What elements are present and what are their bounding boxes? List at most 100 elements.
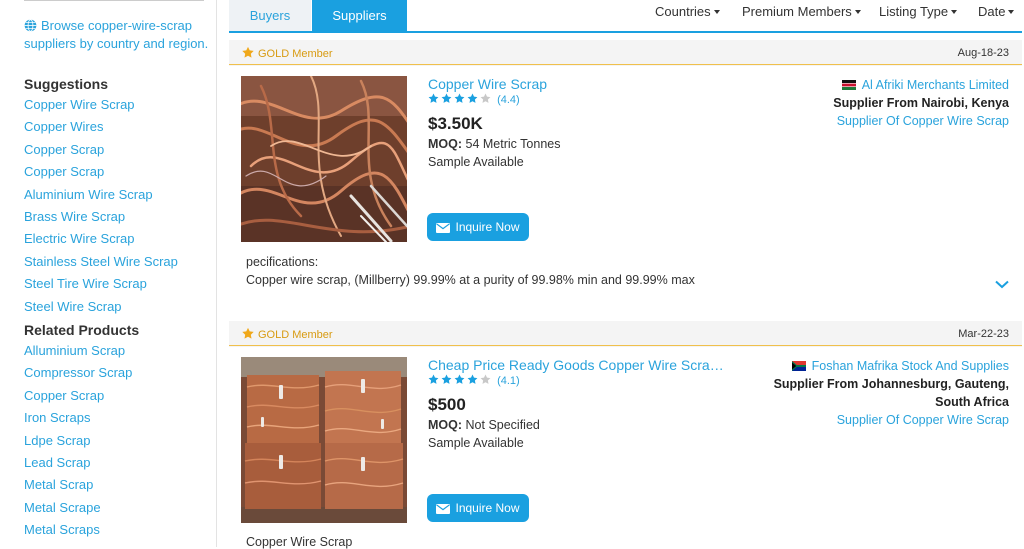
rating: (4.1): [428, 374, 520, 387]
product-title-link[interactable]: Cheap Price Ready Goods Copper Wire Scra…: [428, 357, 728, 373]
tab-suppliers[interactable]: Suppliers: [312, 0, 407, 31]
supplier-name-link[interactable]: Foshan Mafrika Stock And Supplies: [739, 357, 1009, 375]
supplier-name-link[interactable]: Al Afriki Merchants Limited: [739, 76, 1009, 94]
suggestion-link[interactable]: Copper Wire Scrap: [24, 94, 178, 116]
sample-availability: Sample Available: [428, 155, 524, 169]
gold-member-badge: GOLD Member: [241, 327, 333, 341]
copper-wire-image: [241, 76, 407, 242]
suggestion-link[interactable]: Steel Tire Wire Scrap: [24, 273, 178, 295]
caret-down-icon: [713, 10, 720, 14]
listing-type-filter-label: Listing Type: [879, 4, 949, 19]
related-product-link[interactable]: Metal Scraps: [24, 519, 132, 541]
rating-value: (4.1): [497, 375, 520, 387]
moq: MOQ: Not Specified: [428, 418, 540, 432]
suggestion-link[interactable]: Brass Wire Scrap: [24, 206, 178, 228]
globe-icon: [24, 19, 37, 32]
sidebar: Browse copper-wire-scrap suppliers by co…: [0, 0, 217, 547]
suggestion-link[interactable]: Electric Wire Scrap: [24, 228, 178, 250]
rating-stars-icon: [428, 93, 491, 103]
browse-suppliers-link[interactable]: Browse copper-wire-scrap suppliers by co…: [24, 17, 209, 53]
kenya-flag-icon: [841, 80, 856, 90]
moq: MOQ: 54 Metric Tonnes: [428, 137, 560, 151]
supplier-of-link[interactable]: Supplier Of Copper Wire Scrap: [739, 411, 1009, 429]
envelope-icon: [436, 223, 451, 233]
caret-down-icon: [854, 10, 861, 14]
moq-value: 54 Metric Tonnes: [465, 137, 561, 151]
tab-buyers[interactable]: Buyers: [229, 0, 311, 31]
rating-value: (4.4): [497, 94, 520, 106]
supplier-name: Al Afriki Merchants Limited: [861, 78, 1009, 92]
suggestions-list: Copper Wire Scrap Copper Wires Copper Sc…: [24, 94, 178, 318]
divider: [24, 0, 204, 1]
chevron-down-icon[interactable]: [995, 280, 1009, 289]
related-product-link[interactable]: Alluminium Scrap: [24, 340, 132, 362]
supplier-info: Al Afriki Merchants Limited Supplier Fro…: [739, 76, 1009, 130]
supplier-location: Supplier From Nairobi, Kenya: [833, 96, 1009, 110]
related-products-list: Alluminium Scrap Compressor Scrap Copper…: [24, 340, 132, 542]
listing-header: GOLD Member Mar-22-23: [229, 321, 1022, 346]
listing-card: GOLD Member Mar-22-23 Cheap Price Ready …: [229, 321, 1022, 549]
premium-members-filter[interactable]: Premium Members: [742, 4, 861, 19]
related-products-heading: Related Products: [24, 322, 140, 338]
listing-body: Cheap Price Ready Goods Copper Wire Scra…: [229, 347, 1022, 549]
related-product-link[interactable]: Metal Scrap: [24, 474, 132, 496]
sample-availability: Sample Available: [428, 436, 524, 450]
copper-wire-bales-image: [241, 357, 407, 523]
inquire-now-label: Inquire Now: [455, 501, 520, 515]
listing-date: Mar-22-23: [958, 328, 1009, 340]
related-product-link[interactable]: Ldpe Scrap: [24, 430, 132, 452]
suggestion-link[interactable]: Copper Scrap: [24, 161, 178, 183]
moq-value: Not Specified: [465, 418, 540, 432]
inquire-now-label: Inquire Now: [455, 220, 520, 234]
date-filter[interactable]: Date: [978, 4, 1015, 19]
suggestion-link[interactable]: Copper Scrap: [24, 139, 178, 161]
listing-body: Copper Wire Scrap (4.4) $3.50K MOQ: 54 M…: [229, 66, 1022, 305]
moq-label: MOQ:: [428, 137, 463, 151]
suggestion-link[interactable]: Steel Wire Scrap: [24, 296, 178, 318]
suggestion-link[interactable]: Copper Wires: [24, 116, 178, 138]
related-product-link[interactable]: Metal Scrape: [24, 497, 132, 519]
supplier-of-link[interactable]: Supplier Of Copper Wire Scrap: [739, 112, 1009, 130]
date-filter-label: Date: [978, 4, 1006, 19]
suggestions-heading: Suggestions: [24, 76, 109, 92]
gold-member-text: GOLD Member: [258, 329, 333, 341]
supplier-info: Foshan Mafrika Stock And Supplies Suppli…: [739, 357, 1009, 429]
product-image[interactable]: [241, 357, 407, 523]
related-product-link[interactable]: Compressor Scrap: [24, 362, 132, 384]
inquire-now-button[interactable]: Inquire Now: [427, 494, 529, 522]
countries-filter-label: Countries: [655, 4, 711, 19]
supplier-name: Foshan Mafrika Stock And Supplies: [811, 359, 1009, 373]
listing-type-filter[interactable]: Listing Type: [879, 4, 958, 19]
premium-members-filter-label: Premium Members: [742, 4, 852, 19]
product-title-link[interactable]: Copper Wire Scrap: [428, 76, 728, 92]
browse-text: Browse copper-wire-scrap suppliers by co…: [24, 18, 209, 51]
gold-member-badge: GOLD Member: [241, 46, 333, 60]
listing-header: GOLD Member Aug-18-23: [229, 40, 1022, 65]
specifications-text: Copper wire scrap, (Millberry) 99.99% at…: [246, 273, 695, 287]
listing-card: GOLD Member Aug-18-23 Copper Wire Scrap …: [229, 40, 1022, 305]
caret-down-icon: [951, 10, 958, 14]
related-product-link[interactable]: Lead Scrap: [24, 452, 132, 474]
product-price: $500: [428, 395, 466, 414]
product-price: $3.50K: [428, 114, 483, 133]
rating-stars-icon: [428, 374, 491, 384]
caret-down-icon: [1008, 10, 1015, 14]
suggestion-link[interactable]: Aluminium Wire Scrap: [24, 184, 178, 206]
product-image[interactable]: [241, 76, 407, 242]
related-product-link[interactable]: Iron Scraps: [24, 407, 132, 429]
gold-member-text: GOLD Member: [258, 48, 333, 60]
supplier-location: Supplier From Johannesburg, Gauteng, Sou…: [773, 377, 1009, 409]
south-africa-flag-icon: [791, 361, 806, 371]
moq-label: MOQ:: [428, 418, 463, 432]
star-icon: [242, 46, 254, 58]
envelope-icon: [436, 504, 451, 514]
listing-date: Aug-18-23: [957, 47, 1009, 59]
specifications-label: pecifications:: [246, 255, 319, 269]
countries-filter[interactable]: Countries: [655, 4, 720, 19]
inquire-now-button[interactable]: Inquire Now: [427, 213, 529, 241]
suggestion-link[interactable]: Stainless Steel Wire Scrap: [24, 251, 178, 273]
star-icon: [242, 327, 254, 339]
results-toolbar: Buyers Suppliers Countries Premium Membe…: [229, 0, 1022, 33]
related-product-link[interactable]: Copper Scrap: [24, 385, 132, 407]
rating: (4.4): [428, 93, 520, 106]
